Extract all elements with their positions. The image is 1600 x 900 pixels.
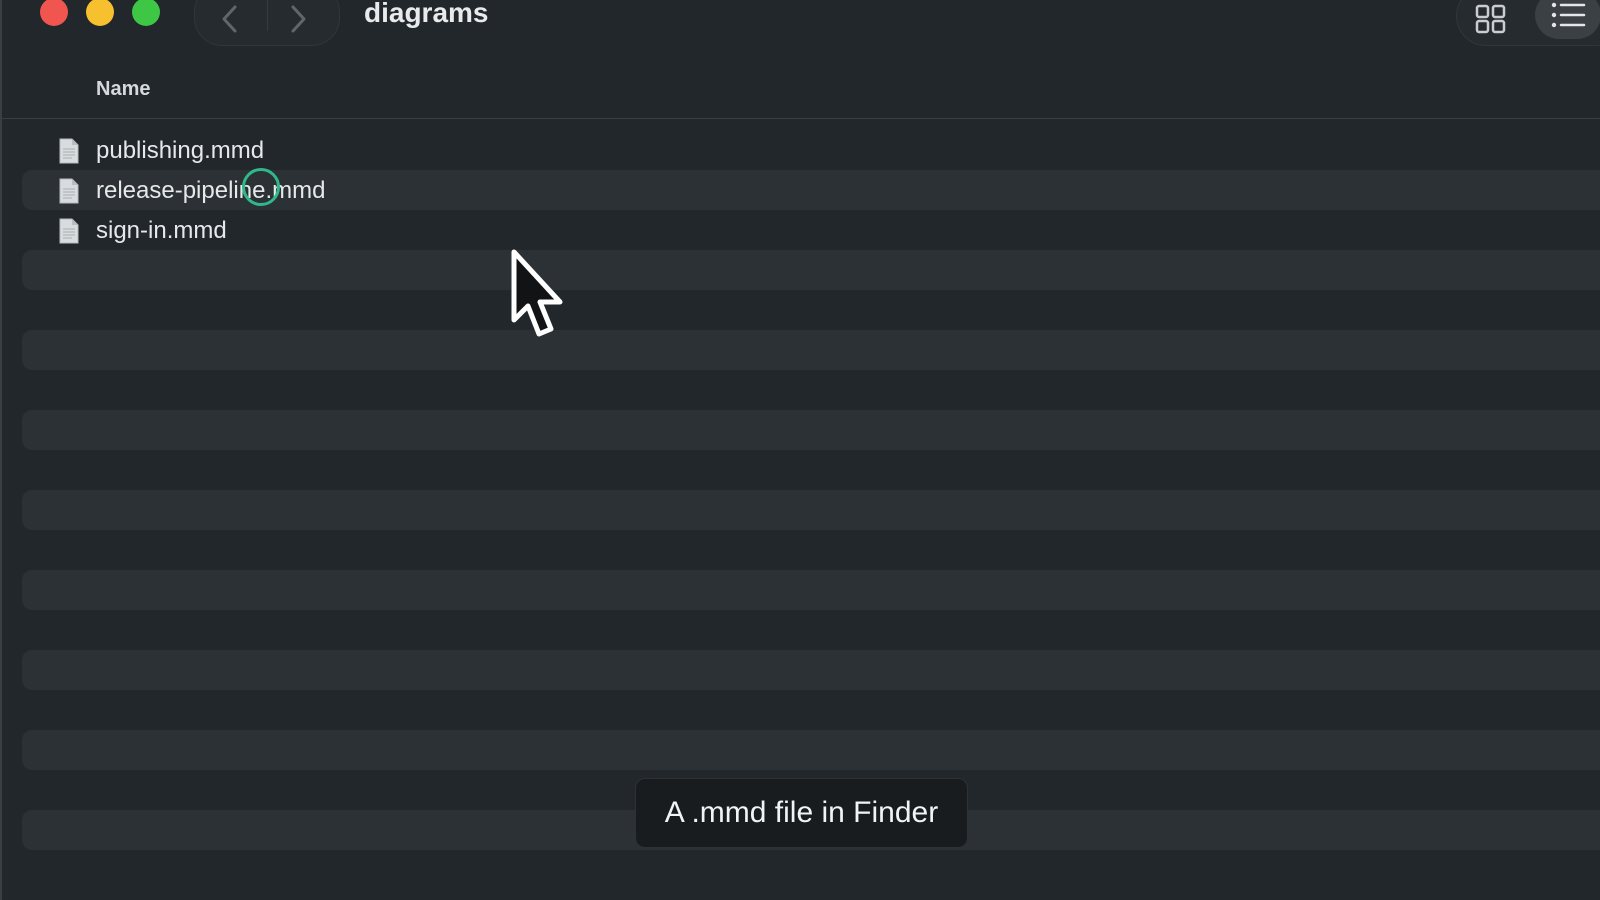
click-indicator — [242, 168, 280, 206]
list-view-icon — [1551, 2, 1586, 28]
mouse-cursor-icon — [511, 249, 563, 337]
file-row[interactable]: sign-in.mmd — [22, 210, 1600, 250]
row-stripe — [22, 490, 1600, 530]
document-icon — [59, 218, 79, 244]
document-icon — [59, 138, 79, 164]
grid-view-button[interactable] — [1469, 0, 1513, 39]
finder-window: diagrams Name publishing.mmd release-pip… — [0, 0, 1600, 900]
row-stripe — [22, 570, 1600, 610]
navigation-buttons — [194, 0, 340, 46]
caption-text: A .mmd file in Finder — [664, 796, 939, 829]
document-icon — [59, 178, 79, 204]
file-name: sign-in.mmd — [96, 217, 227, 244]
row-stripe — [22, 330, 1600, 370]
row-stripe — [22, 250, 1600, 290]
file-row[interactable]: publishing.mmd — [22, 130, 1600, 170]
nav-divider — [267, 0, 268, 31]
close-window-button[interactable] — [40, 0, 68, 26]
list-view-button[interactable] — [1535, 0, 1600, 39]
caption-overlay: A .mmd file in Finder — [635, 778, 968, 848]
row-stripe — [22, 410, 1600, 450]
grid-view-icon — [1475, 4, 1506, 34]
chevron-right-icon — [291, 5, 306, 33]
column-header: Name — [2, 70, 1600, 119]
minimize-window-button[interactable] — [86, 0, 114, 26]
row-stripe — [22, 730, 1600, 770]
maximize-window-button[interactable] — [132, 0, 160, 26]
chevron-left-icon — [222, 5, 237, 33]
view-switcher — [1456, 0, 1600, 46]
forward-button[interactable] — [273, 0, 323, 39]
title-bar: diagrams — [2, 0, 1600, 50]
column-name-header[interactable]: Name — [96, 78, 150, 101]
file-name: publishing.mmd — [96, 137, 265, 164]
back-button[interactable] — [205, 0, 255, 39]
file-name: release-pipeline.mmd — [96, 177, 326, 204]
row-stripe — [22, 650, 1600, 690]
folder-title: diagrams — [364, 0, 489, 28]
